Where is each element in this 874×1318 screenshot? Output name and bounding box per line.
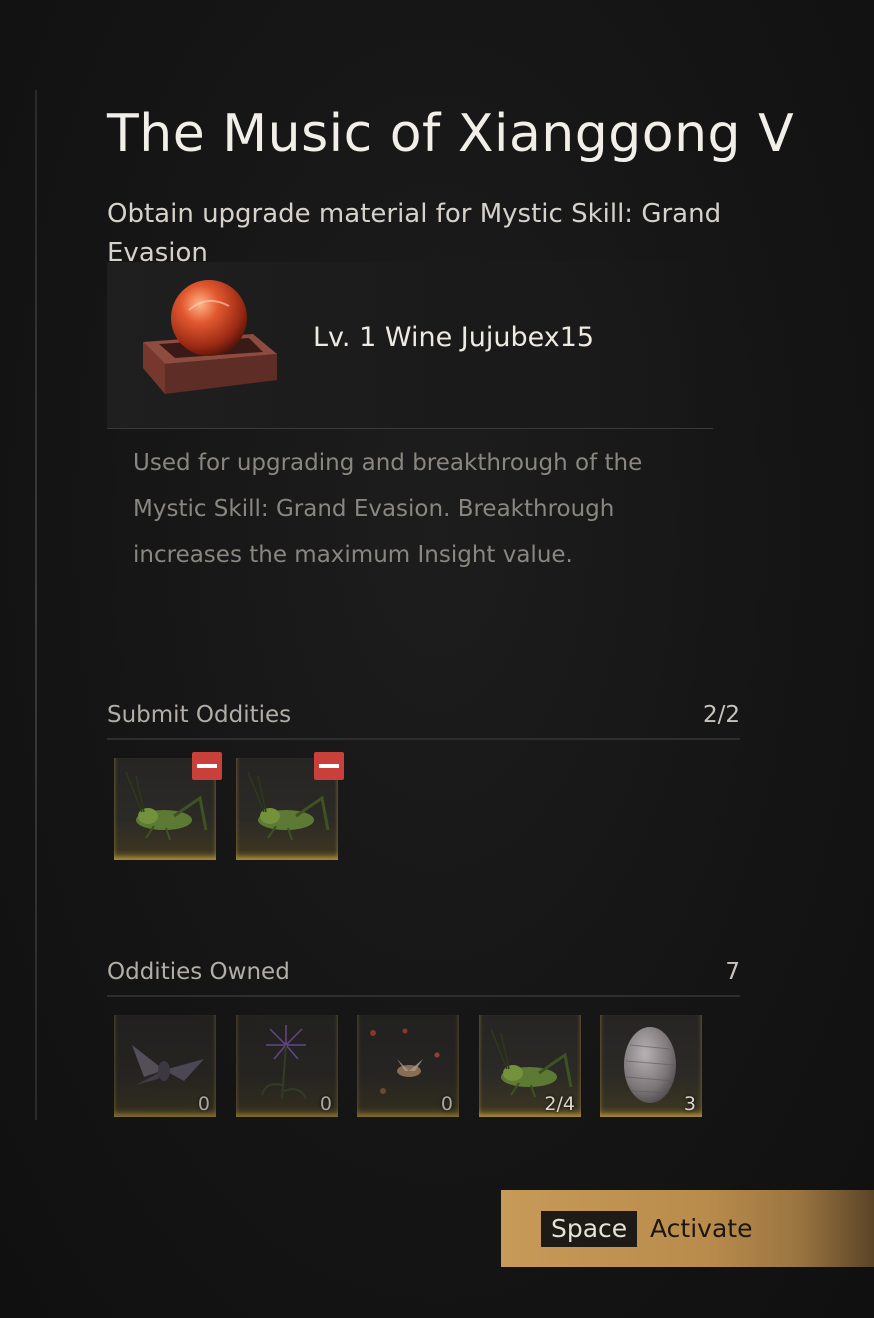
red-orb-on-stand-icon: [137, 272, 283, 402]
owned-slot[interactable]: 3: [600, 1015, 702, 1117]
owned-slot[interactable]: 0: [114, 1015, 216, 1117]
reward-name: Lv. 1 Wine Jujubex15: [313, 322, 595, 353]
submit-slots: [114, 752, 734, 868]
owned-item-count: 0: [319, 1093, 332, 1115]
remove-button[interactable]: [314, 752, 344, 780]
submit-oddities-count: 2/2: [702, 702, 740, 728]
space-key-hint: Space: [541, 1211, 638, 1247]
left-divider: [35, 90, 37, 1120]
quest-title: The Music of Xianggong V: [107, 104, 795, 164]
submit-oddities-label: Submit Oddities: [107, 702, 292, 728]
owned-slots: 0 0 0 2/4 3: [114, 1015, 734, 1125]
activate-button[interactable]: Space Activate: [501, 1190, 874, 1267]
submit-oddities-header: Submit Oddities 2/2: [107, 702, 740, 740]
owned-slot[interactable]: 0: [357, 1015, 459, 1117]
owned-item-count: 0: [440, 1093, 453, 1115]
owned-slot[interactable]: 2/4: [479, 1015, 581, 1117]
owned-item-count: 0: [197, 1093, 210, 1115]
owned-item-count: 3: [683, 1093, 696, 1115]
activate-label: Activate: [650, 1214, 753, 1243]
remove-button[interactable]: [192, 752, 222, 780]
oddities-owned-count: 7: [725, 959, 740, 985]
oddities-owned-header: Oddities Owned 7: [107, 959, 740, 997]
owned-item-count: 2/4: [544, 1093, 575, 1115]
reward-description: Used for upgrading and breakthrough of t…: [133, 450, 643, 568]
reward-panel: Lv. 1 Wine Jujubex15: [107, 262, 713, 429]
oddities-owned-label: Oddities Owned: [107, 959, 290, 985]
owned-slot[interactable]: 0: [236, 1015, 338, 1117]
